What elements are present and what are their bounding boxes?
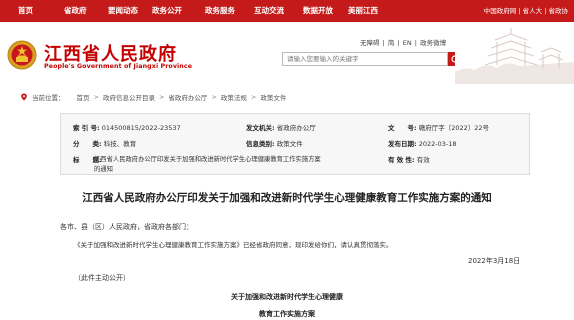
document-title: 江西省人民政府办公厅印发关于加强和改进新时代学生心理健康教育工作实施方案的通知 — [82, 192, 492, 204]
issue-date: 2022年3月18日 — [468, 257, 521, 265]
genre-value: 政策文件 — [276, 140, 303, 148]
index-value: 014500815/2022-23537 — [101, 124, 181, 132]
breadcrumb-home[interactable]: 首页 — [77, 92, 90, 102]
breadcrumb: 当前位置： 首页 > 政府信息公开目录 > 省政府办公厅 > 政策法规 > 政策… — [20, 92, 286, 102]
index-label: 索 引 号: — [73, 124, 100, 132]
accessibility-link[interactable]: 无障碍 — [360, 39, 380, 47]
location-pin-icon — [21, 93, 27, 101]
link-cppcc[interactable]: 省政协 — [549, 7, 569, 15]
category-label: 分 类: — [73, 140, 102, 148]
top-right-links: 中国政府网 | 省人大 | 省政协 — [483, 7, 569, 15]
title-value-line2: 的通知 — [94, 166, 113, 173]
validity-value: 有效 — [416, 156, 430, 164]
gov-weibo-link[interactable]: 政务微博 — [420, 39, 446, 47]
issuer-label: 发文机关: — [246, 124, 275, 132]
nav-interaction[interactable]: 互动交流 — [254, 0, 284, 22]
nav-gov-services[interactable]: 政务服务 — [205, 0, 235, 22]
search-input[interactable]: 请输入您要输入的关键字 — [282, 52, 448, 66]
issuer-value: 省政府办公厅 — [276, 124, 316, 132]
top-nav: 首页 省政府 要闻动态 政务公开 政务服务 互动交流 数据开放 美丽江西 中国政… — [0, 0, 574, 22]
utility-links: 无障碍 | 简 | EN | 政务微博 — [360, 39, 447, 47]
validity-label: 有 效 性: — [388, 156, 415, 164]
public-note: （此件主动公开） — [74, 274, 130, 282]
nav-provincial-government[interactable]: 省政府 — [64, 0, 87, 22]
section-title-line1: 关于加强和改进新时代学生心理健康 — [231, 293, 343, 301]
breadcrumb-policy-docs[interactable]: 政策文件 — [260, 92, 286, 102]
nav-gov-affairs-open[interactable]: 政务公开 — [152, 0, 182, 22]
link-china-gov[interactable]: 中国政府网 — [484, 7, 517, 15]
nav-news[interactable]: 要闻动态 — [108, 0, 138, 22]
title-value-line1: 江西省人民政府办公厅印发关于加强和改进新时代学生心理健康教育工作实施方案 — [94, 156, 321, 163]
breadcrumb-label: 当前位置： — [32, 94, 65, 102]
pavilion-illustration — [455, 22, 574, 84]
docno-label: 文 号: — [388, 124, 417, 132]
section-title-line2: 教育工作实施方案 — [259, 310, 315, 318]
breadcrumb-info-directory[interactable]: 政府信息公开目录 — [103, 92, 155, 102]
national-emblem-icon — [7, 40, 37, 70]
genre-label: 信息类别: — [246, 140, 275, 148]
nav-beautiful-jiangxi[interactable]: 美丽江西 — [348, 0, 378, 22]
document-metadata-box: 索 引 号: 014500815/2022-23537 发文机关: 省政府办公厅… — [60, 113, 530, 175]
body-paragraph: 《关于加强和改进新时代学生心理健康教育工作实施方案》已经省政府同意，现印发给你们… — [74, 241, 393, 249]
link-provincial-congress[interactable]: 省人大 — [523, 7, 543, 15]
category-value: 科技、教育 — [103, 140, 137, 148]
date-label: 发布日期: — [388, 140, 417, 148]
nav-home[interactable]: 首页 — [18, 0, 33, 22]
simplified-chinese-link[interactable]: 简 — [388, 39, 395, 47]
breadcrumb-regulations[interactable]: 政策法规 — [221, 92, 247, 102]
docno-value: 赣府厅字〔2022〕22号 — [418, 124, 490, 132]
date-value: 2022-03-18 — [418, 140, 457, 148]
site-header: 江西省人民政府 People's Government of Jiangxi P… — [0, 22, 574, 84]
breadcrumb-office[interactable]: 省政府办公厅 — [168, 92, 207, 102]
nav-open-data[interactable]: 数据开放 — [303, 0, 333, 22]
salutation: 各市、县（区）人民政府，省政府各部门： — [60, 223, 193, 231]
site-subtitle: People's Government of Jiangxi Province — [44, 63, 193, 70]
english-link[interactable]: EN — [403, 39, 412, 47]
